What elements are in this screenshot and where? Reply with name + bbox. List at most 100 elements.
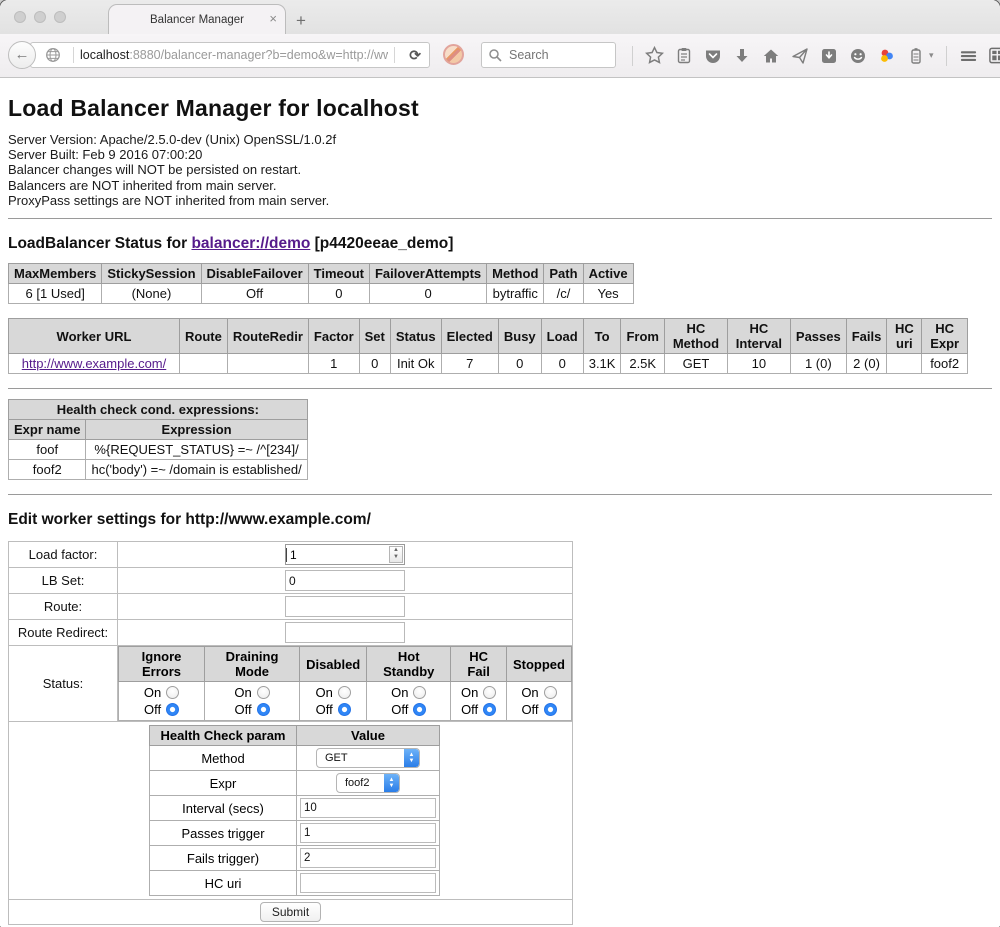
col-timeout: Timeout <box>308 264 369 284</box>
edit-worker-heading: Edit worker settings for http://www.exam… <box>8 511 992 529</box>
urlbar-divider2 <box>394 47 395 63</box>
col-expr-name: Expr name <box>9 420 86 440</box>
col-hc-value: Value <box>297 726 440 746</box>
load-factor-input[interactable]: 1 ▲▼ <box>285 544 405 565</box>
globe-icon <box>45 47 61 63</box>
search-input[interactable] <box>507 47 611 63</box>
send-icon[interactable] <box>790 46 809 65</box>
route-redirect-input[interactable] <box>285 622 405 643</box>
hc-fail-off-radio[interactable] <box>483 703 496 716</box>
stopped-off-radio[interactable] <box>544 703 557 716</box>
route-redirect-label: Route Redirect: <box>9 620 118 646</box>
draining-mode-on-radio[interactable] <box>257 686 270 699</box>
disabled-on-radio[interactable] <box>338 686 351 699</box>
stopped-on-radio[interactable] <box>544 686 557 699</box>
health-check-table: Health Check param Value Method GET ▲▼ <box>149 725 440 896</box>
window-controls <box>14 11 66 23</box>
hot-standby-on-radio[interactable] <box>413 686 426 699</box>
col-active: Active <box>583 264 633 284</box>
page-title: Load Balancer Manager for localhost <box>8 95 992 122</box>
submit-button[interactable]: Submit <box>260 902 321 922</box>
table-row: foof2 hc('body') =~ /domain is establish… <box>9 460 308 480</box>
reload-icon[interactable]: ⟳ <box>401 47 429 64</box>
browser-tab[interactable]: Balancer Manager × <box>108 4 286 34</box>
addon-dropdown-caret-icon[interactable]: ▾ <box>929 50 934 61</box>
proxypass-note-line: ProxyPass settings are NOT inherited fro… <box>8 193 992 208</box>
pocket-icon[interactable] <box>703 46 722 65</box>
col-maxmembers: MaxMembers <box>9 264 102 284</box>
col-stopped: Stopped <box>506 647 571 682</box>
hc-uri-input[interactable] <box>300 873 436 893</box>
new-tab-button[interactable]: + <box>296 12 306 29</box>
menu-icon[interactable] <box>959 46 978 65</box>
lb-set-label: LB Set: <box>9 568 118 594</box>
number-stepper-icon[interactable]: ▲▼ <box>389 546 403 563</box>
urlbar-divider <box>73 47 74 63</box>
table-row: http://www.example.com/ 1 0 Init Ok 7 0 … <box>9 354 968 374</box>
hot-standby-off-radio[interactable] <box>413 703 426 716</box>
reading-list-icon[interactable] <box>674 46 693 65</box>
col-hc-param: Health Check param <box>150 726 297 746</box>
divider <box>8 388 992 389</box>
table-row: foof %{REQUEST_STATUS} =~ /^[234]/ <box>9 440 308 460</box>
col-path: Path <box>544 264 583 284</box>
search-icon <box>488 48 502 62</box>
hc-interval-row: Interval (secs) <box>150 796 440 821</box>
url-bar[interactable]: localhost:8880/balancer-manager?b=demo&w… <box>30 42 430 68</box>
battery-addon-icon[interactable] <box>906 46 925 65</box>
inherit-note-line: Balancers are NOT inherited from main se… <box>8 178 992 193</box>
hc-uri-row: HC uri <box>150 871 440 896</box>
balancer-demo-link[interactable]: balancer://demo <box>191 235 310 252</box>
toolbar-icons: ▾ <box>630 34 1000 77</box>
col-method: Method <box>487 264 544 284</box>
server-version-line: Server Version: Apache/2.5.0-dev (Unix) … <box>8 132 992 147</box>
health-params-row: Health Check param Value Method GET ▲▼ <box>9 722 573 900</box>
worker-url-link[interactable]: http://www.example.com/ <box>22 356 167 371</box>
tab-close-icon[interactable]: × <box>269 12 277 25</box>
browser-window: Balancer Manager × + ← localhost:8880/ba… <box>0 0 1000 927</box>
draining-mode-off-radio[interactable] <box>257 703 270 716</box>
disabled-off-radio[interactable] <box>338 703 351 716</box>
route-input[interactable] <box>285 596 405 617</box>
col-failoverattempts: FailoverAttempts <box>369 264 486 284</box>
page-content: Load Balancer Manager for localhost Serv… <box>0 95 1000 927</box>
hc-expr-row: Expr foof2 ▲▼ <box>150 771 440 796</box>
hc-expr-select[interactable]: foof2 ▲▼ <box>336 773 400 793</box>
lb-set-input[interactable] <box>285 570 405 591</box>
home-icon[interactable] <box>761 46 780 65</box>
hc-passes-input[interactable] <box>300 823 436 843</box>
hc-fail-on-radio[interactable] <box>483 686 496 699</box>
chat-smiley-icon[interactable] <box>848 46 867 65</box>
hc-fails-row: Fails trigger) <box>150 846 440 871</box>
navigation-toolbar: ← localhost:8880/balancer-manager?b=demo… <box>0 34 1000 78</box>
persist-note-line: Balancer changes will NOT be persisted o… <box>8 162 992 177</box>
downloads-icon[interactable] <box>732 46 751 65</box>
zoom-window-button[interactable] <box>54 11 66 23</box>
divider <box>8 218 992 219</box>
minimize-window-button[interactable] <box>34 11 46 23</box>
save-page-icon[interactable] <box>819 46 838 65</box>
apps-grid-icon[interactable] <box>988 46 1000 65</box>
col-expression: Expression <box>86 420 307 440</box>
close-window-button[interactable] <box>14 11 26 23</box>
bookmark-star-icon[interactable] <box>645 46 664 65</box>
balancer-status-heading: LoadBalancer Status for balancer://demo … <box>8 235 992 253</box>
search-bar[interactable] <box>481 42 616 68</box>
back-button[interactable]: ← <box>8 41 36 69</box>
balancer-status-suffix: [p4420eeae_demo] <box>310 235 453 252</box>
url-text[interactable]: localhost:8880/balancer-manager?b=demo&w… <box>80 48 388 62</box>
tab-title: Balancer Manager <box>150 14 244 26</box>
hc-interval-input[interactable] <box>300 798 436 818</box>
status-label: Status: <box>9 646 118 722</box>
url-host: localhost <box>80 48 129 62</box>
ignore-errors-on-radio[interactable] <box>166 686 179 699</box>
hc-fails-input[interactable] <box>300 848 436 868</box>
colors-addon-icon[interactable] <box>877 46 896 65</box>
tracking-blocked-icon[interactable] <box>443 44 464 65</box>
ignore-errors-off-radio[interactable] <box>166 703 179 716</box>
col-worker-url: Worker URL <box>9 319 180 354</box>
hc-method-select[interactable]: GET ▲▼ <box>316 748 420 768</box>
lb-set-row: LB Set: <box>9 568 573 594</box>
hc-expressions-table: Health check cond. expressions: Expr nam… <box>8 399 308 480</box>
worker-table: Worker URL Route RouteRedir Factor Set S… <box>8 318 968 374</box>
